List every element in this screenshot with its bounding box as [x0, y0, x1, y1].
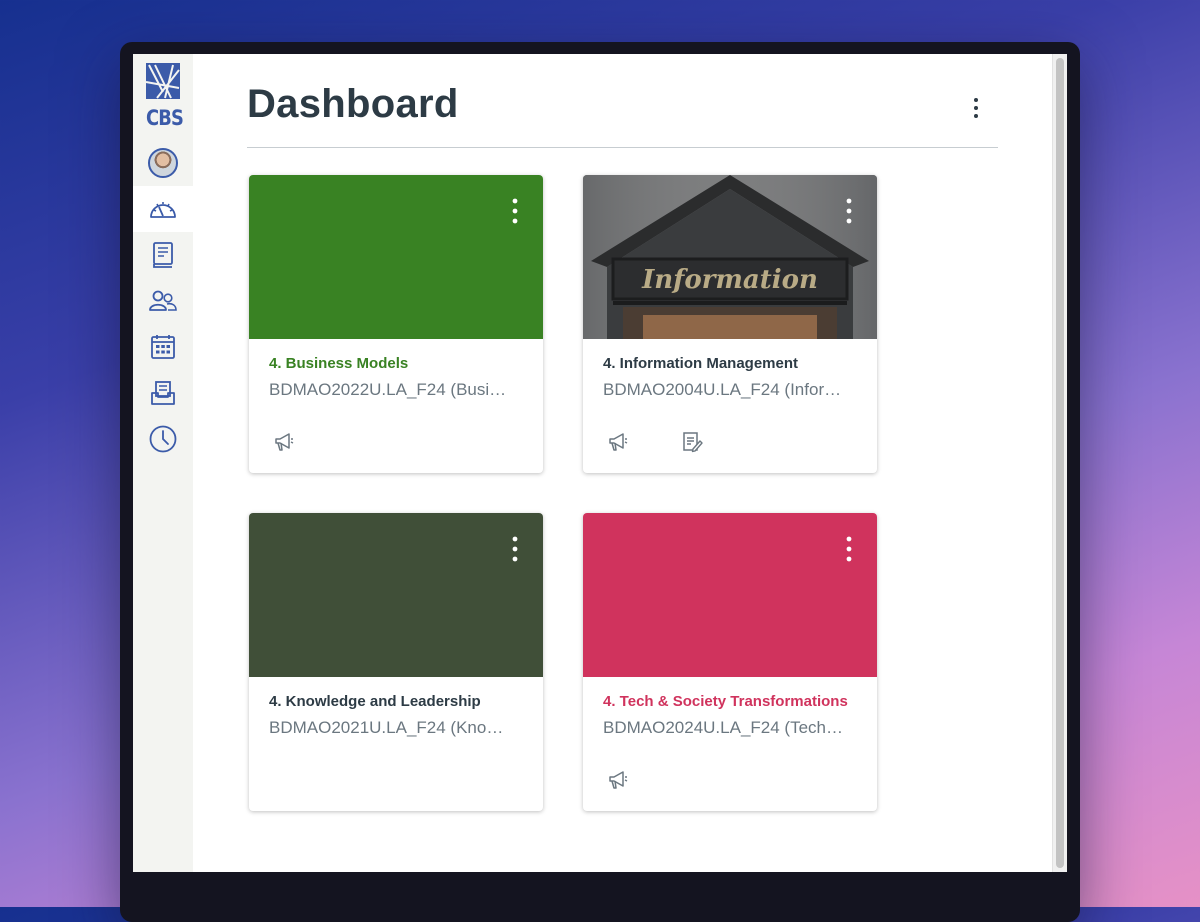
course-card-hero[interactable]	[249, 175, 543, 339]
clock-icon	[149, 425, 177, 453]
nav-groups[interactable]	[133, 278, 193, 324]
dashboard-icon	[150, 202, 176, 218]
logo-text: CBS	[146, 106, 184, 130]
courses-book-icon	[153, 242, 173, 268]
inbox-icon	[151, 381, 175, 405]
scrollbar-thumb[interactable]	[1056, 58, 1064, 868]
course-card-options-button[interactable]	[505, 195, 525, 227]
course-title-link[interactable]: 4. Business Models	[269, 355, 408, 372]
announcement-icon[interactable]	[273, 431, 295, 453]
groups-icon	[149, 290, 177, 311]
announcement-icon[interactable]	[607, 769, 629, 791]
vertical-scrollbar[interactable]	[1052, 54, 1067, 872]
dashboard-options-button[interactable]	[961, 90, 991, 126]
cbs-logo[interactable]: CBS	[143, 62, 184, 134]
page-title: Dashboard	[247, 82, 459, 126]
assignment-icon[interactable]	[681, 431, 703, 453]
course-code: BDMAO2024U.LA_F24 (Tech…	[603, 718, 843, 737]
course-card-actions	[273, 431, 295, 453]
title-divider	[247, 147, 998, 148]
kebab-menu-icon	[512, 536, 518, 562]
nav-dashboard[interactable]	[133, 186, 193, 232]
course-code: BDMAO2021U.LA_F24 (Kno…	[269, 718, 504, 737]
nav-calendar[interactable]	[133, 324, 193, 370]
course-card-options-button[interactable]	[839, 195, 859, 227]
announcement-icon[interactable]	[607, 431, 629, 453]
nav-history[interactable]	[133, 416, 193, 462]
course-card-hero[interactable]	[583, 513, 877, 677]
nav-courses[interactable]	[133, 232, 193, 278]
information-sign-image: Information	[583, 175, 877, 339]
course-code: BDMAO2004U.LA_F24 (Infor…	[603, 380, 842, 399]
course-card-hero-image[interactable]: Information	[583, 175, 877, 339]
course-card-actions	[607, 769, 629, 791]
user-avatar	[148, 148, 178, 178]
course-title-link[interactable]: 4. Information Management	[603, 355, 798, 372]
kebab-menu-icon	[846, 536, 852, 562]
course-card-options-button[interactable]	[839, 533, 859, 565]
course-title-link[interactable]: 4. Knowledge and Leadership	[269, 693, 481, 710]
global-nav: CBS	[133, 54, 193, 872]
nav-account[interactable]	[133, 140, 193, 186]
course-card[interactable]: 4. Knowledge and Leadership BDMAO2021U.L…	[249, 513, 543, 811]
course-card[interactable]: 4. Business Models BDMAO2022U.LA_F24 (Bu…	[249, 175, 543, 473]
calendar-icon	[151, 335, 175, 359]
course-card-options-button[interactable]	[505, 533, 525, 565]
logo-mark-icon	[145, 63, 180, 99]
course-card[interactable]: Information 4. Information Management BD…	[583, 175, 877, 473]
nav-inbox[interactable]	[133, 370, 193, 416]
course-card-actions	[607, 431, 703, 453]
kebab-menu-icon	[974, 98, 978, 118]
information-sign-text: Information	[641, 265, 818, 295]
app-window: CBS Dashboard 4. Business Models BDMAO20…	[133, 54, 1067, 872]
course-code: BDMAO2022U.LA_F24 (Busi…	[269, 380, 507, 399]
course-title-link[interactable]: 4. Tech & Society Transformations	[603, 693, 848, 710]
course-card-hero[interactable]	[249, 513, 543, 677]
kebab-menu-icon	[846, 198, 852, 224]
kebab-menu-icon	[512, 198, 518, 224]
course-card[interactable]: 4. Tech & Society Transformations BDMAO2…	[583, 513, 877, 811]
